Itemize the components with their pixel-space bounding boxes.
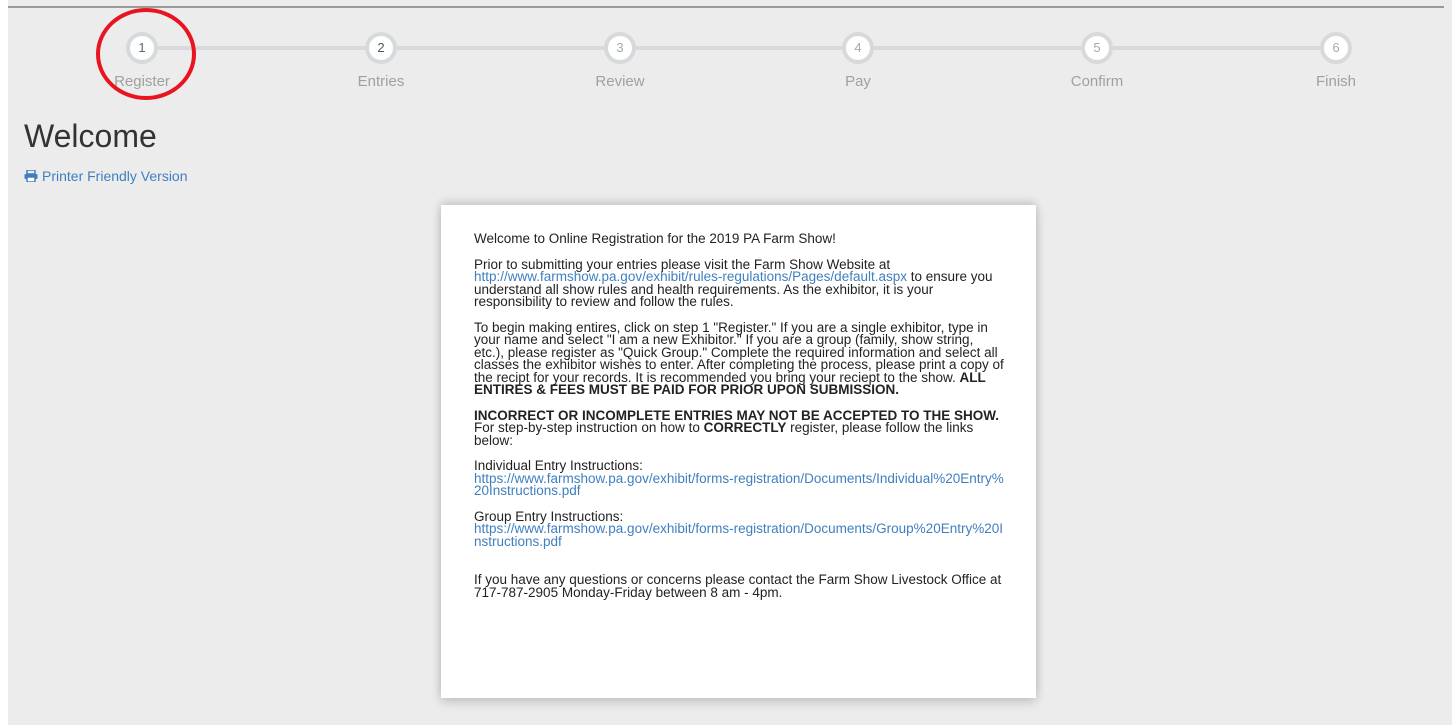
step-label: Confirm	[1070, 73, 1124, 90]
warning-paragraph: INCORRECT OR INCOMPLETE ENTRIES MAY NOT …	[474, 408, 1006, 448]
welcome-card: Welcome to Online Registration for the 2…	[441, 205, 1036, 698]
step-label: Pay	[845, 73, 871, 90]
printer-link-label: Printer Friendly Version	[42, 168, 188, 184]
step-number: 3	[604, 32, 636, 64]
individual-instructions: Individual Entry Instructions: https://w…	[474, 459, 1006, 499]
step-number: 4	[842, 32, 874, 64]
highlight-ring-annotation	[96, 8, 196, 100]
individual-instructions-link[interactable]: https://www.farmshow.pa.gov/exhibit/form…	[474, 471, 1004, 499]
intro-text: Welcome to Online Registration for the 2…	[474, 231, 836, 246]
step-finish[interactable]: 6 Finish	[1276, 32, 1396, 90]
progress-wizard: 1 Register 2 Entries 3 Review 4 Pay 5 Co…	[0, 0, 1452, 110]
rules-paragraph: Prior to submitting your entries please …	[474, 257, 1006, 309]
step-number: 5	[1081, 32, 1113, 64]
group-instructions: Group Entry Instructions: https://www.fa…	[474, 509, 1006, 549]
step-number: 6	[1320, 32, 1352, 64]
step-number: 2	[365, 32, 397, 64]
step-pay[interactable]: 4 Pay	[798, 32, 918, 90]
step-confirm[interactable]: 5 Confirm	[1037, 32, 1157, 90]
step-label: Review	[595, 73, 645, 90]
group-instructions-link[interactable]: https://www.farmshow.pa.gov/exhibit/form…	[474, 521, 1003, 549]
step-review[interactable]: 3 Review	[560, 32, 680, 90]
printer-friendly-link[interactable]: Printer Friendly Version	[24, 168, 188, 184]
correctly-text: CORRECTLY	[703, 420, 787, 435]
page-title: Welcome	[24, 118, 157, 154]
contact-text: If you have any questions or concerns pl…	[474, 572, 1002, 600]
printer-icon	[24, 170, 38, 182]
step-label: Finish	[1315, 73, 1356, 90]
step-entries[interactable]: 2 Entries	[321, 32, 441, 90]
instructions-paragraph: To begin making entires, click on step 1…	[474, 319, 1006, 397]
instructions-text: To begin making entires, click on step 1…	[474, 319, 1004, 385]
step-label: Entries	[357, 73, 405, 90]
